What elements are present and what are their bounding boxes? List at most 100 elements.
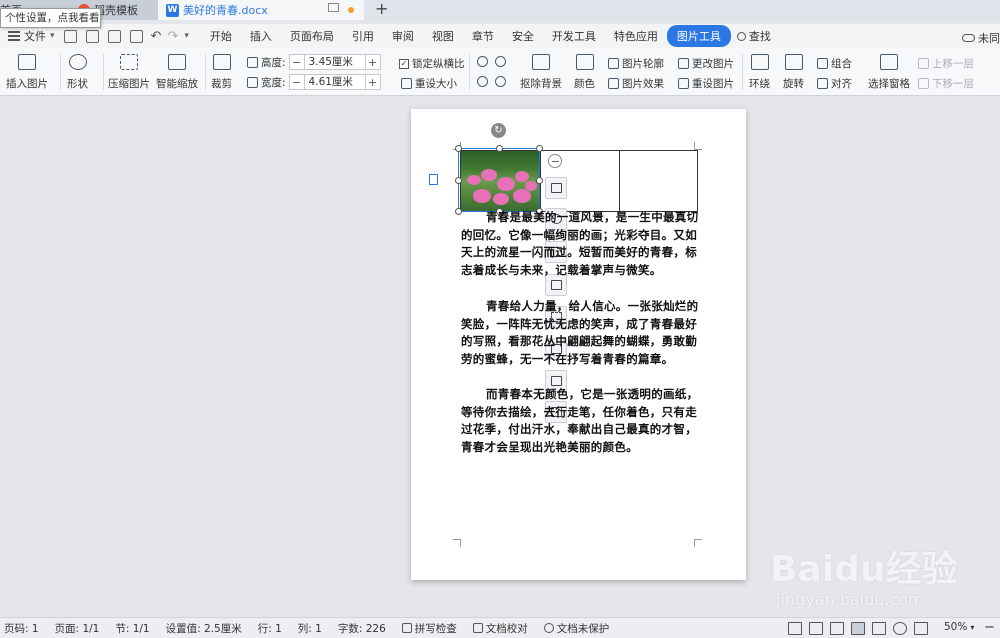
selection-pane-button[interactable]: 选择窗格 xyxy=(868,48,910,91)
zoom-out-button[interactable]: − xyxy=(984,620,995,635)
resize-handle[interactable] xyxy=(455,177,462,184)
menu-home[interactable]: 开始 xyxy=(201,28,241,44)
bring-forward-button[interactable]: 上移一层 xyxy=(918,56,974,71)
status-col[interactable]: 列: 1 xyxy=(298,621,322,636)
export-icon[interactable] xyxy=(85,29,99,43)
picture-effect-button[interactable]: 图片效果 xyxy=(608,76,664,91)
status-pages[interactable]: 页面: 1/1 xyxy=(55,621,100,636)
zoom-value: 50% xyxy=(944,621,968,633)
status-page-code[interactable]: 页码: 1 xyxy=(4,621,39,636)
insert-picture-button[interactable]: 插入图片 xyxy=(6,48,48,91)
monitor-icon[interactable] xyxy=(328,3,339,12)
rotate-button[interactable]: 旋转 xyxy=(783,48,804,91)
menu-view[interactable]: 视图 xyxy=(423,28,463,44)
eye-protect-icon[interactable] xyxy=(914,622,928,635)
menu-layout[interactable]: 页面布局 xyxy=(281,28,343,44)
save-icon[interactable] xyxy=(63,29,77,43)
more-icon[interactable]: ▾ xyxy=(184,31,189,41)
width-label: 宽度: xyxy=(261,76,286,89)
crop-icon xyxy=(212,54,231,70)
menu-picture-tools[interactable]: 图片工具 xyxy=(666,25,731,47)
protect-status[interactable]: 文档未保护 xyxy=(543,621,609,636)
spell-check-button[interactable]: 拼写检查 xyxy=(401,621,457,636)
cloud-label: 未同 xyxy=(978,32,1000,45)
menu-section[interactable]: 章节 xyxy=(463,28,503,44)
print-icon[interactable] xyxy=(107,29,121,43)
menu-bar: 文件 ▾ ↶ ↷ ▾ 开始 插入 页面布局 引用 审阅 视图 章节 安全 开发工… xyxy=(0,24,1000,48)
group-label: 组合 xyxy=(831,58,852,70)
remove-background-button[interactable]: 抠除背景 xyxy=(520,48,562,91)
tab-document[interactable]: W 美好的青春.docx xyxy=(158,0,364,20)
picture-selection-box[interactable] xyxy=(455,145,543,215)
outline-view-icon[interactable] xyxy=(872,622,886,635)
undo-icon[interactable]: ↶ xyxy=(151,29,162,44)
picture-outline-button[interactable]: 图片轮廓 xyxy=(608,56,664,71)
resize-handle[interactable] xyxy=(536,145,543,152)
status-section[interactable]: 节: 1/1 xyxy=(115,621,149,636)
redo-icon[interactable]: ↷ xyxy=(167,29,178,44)
status-row[interactable]: 行: 1 xyxy=(258,621,282,636)
zoom-level[interactable]: 50% ▾ xyxy=(944,621,974,633)
cloud-sync[interactable]: 未同 xyxy=(962,30,1000,46)
resize-handle[interactable] xyxy=(536,177,543,184)
menu-insert[interactable]: 插入 xyxy=(241,28,281,44)
paragraph[interactable]: 而青春本无颜色，它是一张透明的画纸，等待你去描绘，去行走笔，任你着色，只有走过花… xyxy=(461,386,701,456)
rotate-handle-icon[interactable]: ↻ xyxy=(491,123,506,138)
hamburger-icon[interactable] xyxy=(8,31,20,41)
file-menu[interactable]: 文件 xyxy=(24,28,46,44)
reset-size-button[interactable]: 重设大小 xyxy=(401,76,457,91)
lock-ratio-checkbox[interactable]: ✓ 锁定纵横比 xyxy=(399,56,465,71)
paragraph[interactable]: 青春是最美的一道风景，是一生中最真切的回忆。它像一幅绚丽的画；光彩夺目。又如天上… xyxy=(461,209,701,279)
height-decrease[interactable]: − xyxy=(290,56,304,69)
send-backward-button[interactable]: 下移一层 xyxy=(918,76,974,91)
new-tab-button[interactable]: + xyxy=(375,0,388,20)
compress-picture-button[interactable]: 压缩图片 xyxy=(108,48,150,91)
search-icon xyxy=(736,31,746,41)
height-increase[interactable]: + xyxy=(366,56,380,69)
anchor-icon[interactable] xyxy=(429,174,438,185)
menu-developer[interactable]: 开发工具 xyxy=(543,28,605,44)
send-backward-icon xyxy=(918,78,929,89)
document-page[interactable]: ↻ 青春是最美的一道风景，是一生中最真切的回忆。它像一幅绚丽的画；光彩夺目。又如… xyxy=(411,109,746,580)
width-stepper[interactable]: −4.61厘米 + xyxy=(288,74,381,90)
chevron-down-icon[interactable]: ▾ xyxy=(50,31,55,41)
menu-features[interactable]: 特色应用 xyxy=(605,28,667,44)
paragraph[interactable]: 青春给人力量，给人信心。一张张灿烂的笑脸，一阵阵无忧无虑的笑声，成了青春最好的写… xyxy=(461,298,701,368)
status-words[interactable]: 字数: 226 xyxy=(338,621,386,636)
height-stepper[interactable]: −3.45厘米 + xyxy=(288,54,381,70)
menu-security[interactable]: 安全 xyxy=(503,28,543,44)
reset-picture-button[interactable]: 重设图片 xyxy=(678,76,734,91)
smart-scale-label: 智能缩放 xyxy=(156,78,198,90)
collapse-icon[interactable] xyxy=(548,154,562,168)
flip-small-buttons[interactable] xyxy=(477,76,509,87)
fullscreen-icon[interactable] xyxy=(788,622,802,635)
align-button[interactable]: 对齐 xyxy=(817,76,852,91)
page-view-icon[interactable] xyxy=(851,622,865,635)
width-input[interactable]: 4.61厘米 xyxy=(303,75,366,89)
web-view-icon[interactable] xyxy=(893,622,907,635)
resize-handle[interactable] xyxy=(496,145,503,152)
crop-button[interactable]: 裁剪 xyxy=(211,48,232,91)
print-preview-icon[interactable] xyxy=(129,29,143,43)
width-increase[interactable]: + xyxy=(366,76,380,89)
resize-handle[interactable] xyxy=(455,145,462,152)
rotate-small-buttons[interactable] xyxy=(477,56,509,67)
width-decrease[interactable]: − xyxy=(290,76,304,89)
search-box[interactable]: 查找 xyxy=(736,28,771,44)
read-mode-icon[interactable] xyxy=(809,622,823,635)
change-picture-icon xyxy=(678,58,689,69)
status-setting[interactable]: 设置值: 2.5厘米 xyxy=(166,621,242,636)
shape-icon xyxy=(68,54,87,70)
layout-options-icon[interactable] xyxy=(545,177,567,199)
write-mode-icon[interactable] xyxy=(830,622,844,635)
proofread-button[interactable]: 文档校对 xyxy=(472,621,528,636)
change-picture-button[interactable]: 更改图片 xyxy=(678,56,734,71)
menu-references[interactable]: 引用 xyxy=(343,28,383,44)
group-button[interactable]: 组合 xyxy=(817,56,852,71)
height-input[interactable]: 3.45厘米 xyxy=(303,55,366,69)
menu-review[interactable]: 审阅 xyxy=(383,28,423,44)
smart-scale-button[interactable]: 智能缩放 xyxy=(156,48,198,91)
wrap-button[interactable]: 环绕 xyxy=(749,48,770,91)
shape-button[interactable]: 形状 xyxy=(67,48,88,91)
color-button[interactable]: 颜色 xyxy=(574,48,595,91)
